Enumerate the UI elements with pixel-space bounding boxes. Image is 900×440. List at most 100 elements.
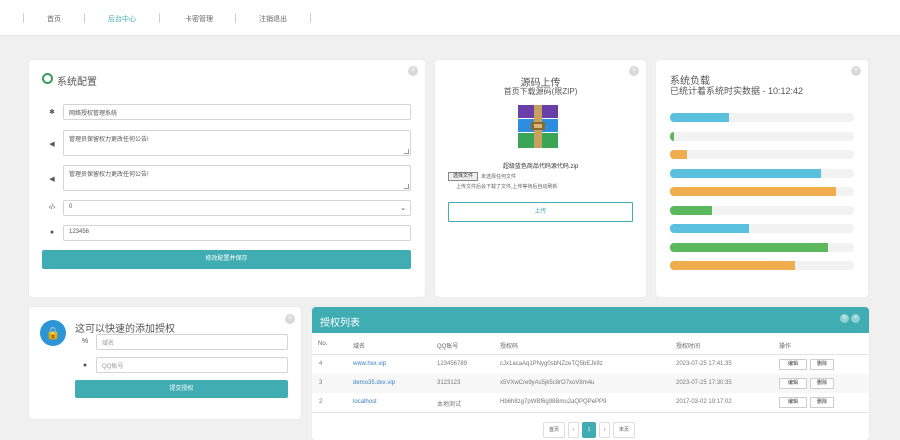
load-bar-fill — [670, 150, 687, 159]
col-header-time: 授权时间 — [676, 344, 701, 350]
col-header-domain: 域名 — [353, 344, 366, 350]
upload-hint: 上传文件后会下载了文件,上传等待后自动刷新 — [456, 184, 558, 190]
close-icon[interactable]: × — [408, 66, 418, 76]
load-bar-track — [670, 113, 854, 122]
cell-time: 2023-07-25 17:41:35 — [676, 361, 732, 367]
nav-divider — [84, 13, 85, 23]
bell-icon: ● — [49, 229, 55, 236]
table-row: 4 www.hxx.vip 123456789 cJx1acaAq1PNyg0s… — [312, 355, 869, 374]
cell-no: 4 — [319, 361, 323, 367]
load-bar-track — [670, 205, 854, 215]
circle-icon — [42, 73, 53, 84]
load-bar-track — [670, 224, 854, 233]
upload-button[interactable]: 上传 — [448, 202, 633, 222]
close-icon[interactable]: × — [851, 314, 860, 323]
load-bar-track — [670, 150, 854, 159]
select-value: 0 — [69, 204, 73, 210]
code-icon: ‹/› — [48, 204, 56, 211]
refresh-icon[interactable]: ↻ — [840, 314, 849, 323]
cell-qq: 3123123 — [437, 380, 461, 386]
nav-admin-center[interactable]: 后台中心 — [108, 14, 136, 24]
col-header-code: 授权码 — [500, 344, 519, 350]
bell-icon: ● — [82, 362, 88, 369]
load-bar-fill — [670, 131, 674, 141]
submit-auth-button[interactable]: 提交授权 — [75, 380, 288, 398]
load-bar-fill — [670, 113, 729, 122]
cell-code: x5VXwCre9yAs5jk5c8rO7xoV8m4u — [500, 380, 595, 386]
edit-button[interactable]: 编辑 — [779, 397, 807, 408]
choose-file-button[interactable]: 选择文件 — [448, 172, 478, 181]
edit-button[interactable]: 编辑 — [779, 359, 807, 370]
cell-code: Hb6h8zg7pWBf6g98Bmu2aQPQPePP9 — [500, 399, 607, 405]
table-row: 3 demo35.dxx.vip 3123123 x5VXwCre9yAs5jk… — [312, 374, 869, 393]
bullhorn-icon: ◀ — [49, 141, 55, 148]
config-select[interactable]: 0 ⌄ — [63, 200, 411, 216]
nav-home[interactable]: 首页 — [47, 14, 61, 24]
cell-code: cJx1acaAq1PNyg0sbNZzeTQ5bEJk9z — [500, 361, 603, 367]
col-header-qq: QQ账号 — [437, 344, 459, 350]
load-bar-fill — [670, 242, 829, 252]
edit-button[interactable]: 编辑 — [779, 378, 807, 389]
auth-list-title: 授权列表 — [320, 318, 360, 329]
cell-qq: 123456789 — [437, 361, 468, 367]
winrar-icon — [518, 105, 558, 148]
cell-domain[interactable]: www.hxx.vip — [353, 361, 386, 367]
pager-first[interactable]: 首页 — [543, 422, 565, 438]
domain-input[interactable]: 域名 — [96, 334, 288, 350]
no-file-text: 未选择任何文件 — [481, 174, 517, 180]
chevron-down-icon: ⌄ — [400, 205, 406, 212]
cell-qq: 本地测试 — [437, 402, 462, 408]
table-row: 2 localhost 本地测试 Hb6h8zg7pWBf6g98Bmu2aQP… — [312, 393, 869, 412]
notice-textarea-2[interactable]: 管理员保留权力更改任何公告! — [63, 165, 411, 191]
load-bar-track — [670, 131, 854, 141]
nav-card-management[interactable]: 卡密管理 — [185, 14, 213, 24]
close-icon[interactable]: × — [851, 66, 861, 76]
nav-divider — [235, 13, 236, 23]
gear-icon: ✱ — [49, 109, 55, 116]
pager-next[interactable]: › — [599, 422, 610, 438]
load-bar-track — [670, 168, 854, 178]
load-bar-track — [670, 261, 854, 270]
nav-logout[interactable]: 注销退出 — [259, 14, 287, 24]
cell-no: 2 — [319, 399, 323, 405]
notice-textarea-1[interactable]: 管理员保留权力更改任何公告! — [63, 130, 411, 156]
link-icon: % — [81, 338, 89, 345]
load-bar-fill — [670, 168, 821, 178]
upload-filename: 超级蓝色商品代码源代码.zip — [502, 164, 579, 170]
load-bar-fill — [670, 261, 796, 270]
nav-divider — [23, 13, 24, 23]
nav-divider — [310, 13, 311, 23]
delete-button[interactable]: 删除 — [810, 359, 834, 370]
top-navbar: 首页 后台中心 卡密管理 注销退出 — [0, 0, 900, 36]
qq-input[interactable]: QQ账号 — [96, 357, 288, 373]
load-bar-track — [670, 242, 854, 252]
delete-button[interactable]: 删除 — [810, 378, 834, 389]
load-subtitle: 已统计着系统时实数据 - 10:12:42 — [670, 86, 804, 96]
quick-add-title: 这可以快速的添加授权 — [75, 324, 175, 335]
load-bar-fill — [670, 224, 750, 233]
password-input[interactable]: 123456 — [63, 225, 411, 241]
save-config-button[interactable]: 修改配置并保存 — [42, 250, 411, 269]
load-bar-fill — [670, 205, 713, 215]
bullhorn-icon: ◀ — [49, 176, 55, 183]
upload-subtitle: 首页下载源码(限ZIP) — [503, 87, 578, 96]
cell-time: 2017-03-02 19:17:02 — [676, 399, 732, 405]
cell-domain[interactable]: localhost — [353, 399, 377, 405]
close-icon[interactable]: × — [285, 314, 295, 324]
col-header-no: No. — [318, 341, 328, 347]
table-divider — [312, 412, 869, 413]
load-bar-fill — [670, 187, 836, 196]
pager-last[interactable]: 末页 — [613, 422, 635, 438]
pager-prev[interactable]: ‹ — [568, 422, 579, 438]
cell-domain[interactable]: demo35.dxx.vip — [353, 380, 395, 386]
pager-current[interactable]: 1 — [582, 422, 596, 438]
delete-button[interactable]: 删除 — [810, 397, 834, 408]
config-title: 系统配置 — [57, 77, 97, 88]
site-name-input[interactable]: 网络授权管理系统 — [63, 104, 411, 120]
load-bar-track — [670, 187, 854, 196]
nav-divider — [159, 13, 160, 23]
cell-time: 2023-07-25 17:30:35 — [676, 380, 732, 386]
lock-icon: 🔒 — [40, 320, 66, 346]
cell-no: 3 — [319, 380, 323, 386]
col-header-actions: 操作 — [779, 344, 792, 350]
